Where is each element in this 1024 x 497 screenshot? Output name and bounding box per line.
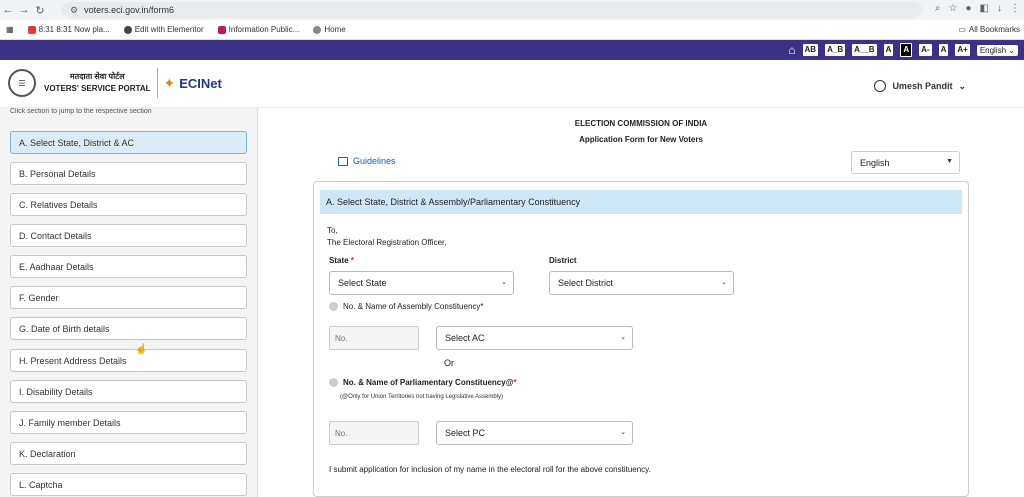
sidebar-item-gender[interactable]: F. Gender	[10, 286, 247, 309]
form-title: Application Form for New Voters	[579, 135, 703, 144]
chevron-down-icon: ⌄	[501, 279, 507, 286]
language-select[interactable]: English ⌄	[976, 44, 1018, 56]
contrast-light-button[interactable]: A	[883, 44, 894, 56]
bookmark-item[interactable]: 8:31 8:31 Now pla...	[27, 25, 110, 34]
ac-select[interactable]: Select AC ⌄	[436, 326, 633, 350]
ac-label: No. & Name of Assembly Constituency*	[343, 302, 484, 311]
sidebar-item-aadhaar[interactable]: E. Aadhaar Details	[10, 255, 247, 278]
pc-select[interactable]: Select PC ⌄	[436, 421, 633, 445]
sidebar-item-dob[interactable]: G. Date of Birth details	[10, 317, 247, 340]
home-bookmark-icon	[313, 25, 322, 34]
officer-text: The Electoral Registration Officer,	[327, 238, 447, 247]
font-decrease-button[interactable]: A-	[919, 44, 932, 56]
mic-icon[interactable]: ●	[966, 3, 972, 14]
sidebar-item-contact[interactable]: D. Contact Details	[10, 224, 247, 247]
extensions-icon[interactable]: ◧	[980, 3, 989, 14]
reload-icon[interactable]: ↻	[32, 4, 48, 17]
all-bookmarks[interactable]: ▭ All Bookmarks	[958, 25, 1020, 34]
chevron-down-icon: ⌄	[958, 80, 966, 91]
ac-number-input[interactable]: No.	[329, 326, 419, 350]
to-text: To,	[327, 226, 338, 235]
submit-declaration-text: I submit application for inclusion of my…	[329, 465, 651, 474]
bookmark-item[interactable]: Information Public...	[217, 25, 299, 34]
pc-number-input[interactable]: No.	[329, 421, 419, 445]
mouse-cursor-icon: ☝	[135, 344, 148, 355]
address-bar[interactable]: ⚙ voters.eci.gov.in/form6	[62, 2, 922, 18]
bookmarks-bar: ▦ 8:31 8:31 Now pla... Edit with Element…	[0, 20, 1024, 40]
contrast-dark-button[interactable]: A	[900, 43, 913, 57]
sidebar-hint: Click section to jump to the respective …	[10, 108, 152, 115]
youtube-icon	[27, 25, 36, 34]
chevron-down-icon: ▼	[946, 158, 953, 165]
district-label: District	[549, 256, 577, 265]
font-increase-button[interactable]: A+	[955, 44, 970, 56]
apps-icon[interactable]: ▦	[6, 25, 14, 34]
ecinet-title: ECINet	[179, 75, 222, 91]
sidebar-item-present-address[interactable]: H. Present Address Details	[10, 349, 247, 372]
district-select[interactable]: Select District ⌄	[549, 271, 734, 295]
ecinet-logo-icon: ✦	[163, 74, 176, 91]
guidelines-link[interactable]: Guidelines	[338, 156, 396, 166]
state-select[interactable]: Select State ⌄	[329, 271, 514, 295]
chevron-down-icon: ⌄	[620, 429, 626, 436]
pc-radio[interactable]	[329, 378, 338, 387]
home-icon[interactable]: ⌂	[788, 43, 795, 57]
guidelines-icon	[338, 156, 348, 166]
bookmark-item[interactable]: Edit with Elementor	[123, 25, 204, 34]
url-text: voters.eci.gov.in/form6	[84, 5, 174, 15]
sidebar-item-state-district-ac[interactable]: A. Select State, District & AC	[10, 131, 247, 154]
site-header: ☰ मतदाता सेवा पोर्टल VOTERS' SERVICE POR…	[0, 60, 1024, 108]
chevron-down-icon: ⌄	[620, 334, 626, 341]
site-info-icon[interactable]: ⚙	[70, 5, 78, 16]
user-name: Umesh Pandit	[892, 81, 953, 91]
user-menu[interactable]: Umesh Pandit ⌄	[874, 80, 966, 92]
font-normal-button[interactable]: A	[938, 44, 949, 56]
elementor-icon	[123, 25, 132, 34]
portal-title: VOTERS' SERVICE PORTAL	[44, 84, 151, 93]
form-main: ELECTION COMMISSION OF INDIA Application…	[258, 108, 1024, 497]
sidebar-item-personal[interactable]: B. Personal Details	[10, 162, 247, 185]
form-language-select[interactable]: English ▼	[851, 151, 960, 174]
info-icon	[217, 25, 226, 34]
text-spacing-button[interactable]: AB	[802, 44, 819, 56]
bookmark-item[interactable]: Home	[313, 25, 346, 34]
org-title: ELECTION COMMISSION OF INDIA	[574, 119, 708, 128]
or-text: Or	[444, 358, 454, 368]
sidebar-item-disability[interactable]: I. Disability Details	[10, 380, 247, 403]
portal-logo[interactable]: ☰ मतदाता सेवा पोर्टल VOTERS' SERVICE POR…	[8, 68, 222, 98]
folder-icon: ▭	[958, 25, 966, 34]
user-icon	[874, 80, 887, 92]
sidebar-item-relatives[interactable]: C. Relatives Details	[10, 193, 247, 216]
state-label: State *	[329, 256, 354, 265]
portal-title-hindi: मतदाता सेवा पोर्टल	[69, 72, 125, 81]
menu-icon[interactable]: ⋮	[1010, 3, 1020, 14]
section-title: A. Select State, District & Assembly/Par…	[320, 190, 962, 214]
download-icon[interactable]: ↓	[997, 3, 1002, 14]
section-sidebar: Click section to jump to the respective …	[0, 108, 258, 497]
pc-note: (@Only for Union Territories not having …	[340, 394, 504, 400]
header-divider	[156, 68, 158, 98]
browser-toolbar: ← → ↻ ⚙ voters.eci.gov.in/form6 ⌕ ☆ ● ◧ …	[0, 0, 1024, 20]
accessibility-bar: ⌂ AB A_B A__B A A A- A A+ English ⌄	[0, 40, 1024, 60]
zoom-icon[interactable]: ⌕	[935, 3, 941, 14]
ac-radio[interactable]	[329, 302, 338, 311]
sidebar-item-family[interactable]: J. Family member Details	[10, 411, 247, 434]
forward-icon[interactable]: →	[16, 4, 32, 16]
pc-label: No. & Name of Parliamentary Constituency…	[343, 378, 517, 387]
chevron-down-icon: ⌄	[721, 279, 727, 286]
sidebar-item-captcha[interactable]: L. Captcha	[10, 473, 247, 496]
back-icon[interactable]: ←	[0, 4, 16, 16]
bookmark-star-icon[interactable]: ☆	[949, 3, 958, 14]
section-a-card: A. Select State, District & Assembly/Par…	[313, 181, 969, 497]
chevron-down-icon: ⌄	[1008, 45, 1015, 55]
text-spacing-button[interactable]: A_B	[825, 44, 846, 56]
text-spacing-button[interactable]: A__B	[852, 44, 877, 56]
voters-portal-logo-icon: ☰	[8, 69, 36, 97]
sidebar-item-declaration[interactable]: K. Declaration	[10, 442, 247, 465]
